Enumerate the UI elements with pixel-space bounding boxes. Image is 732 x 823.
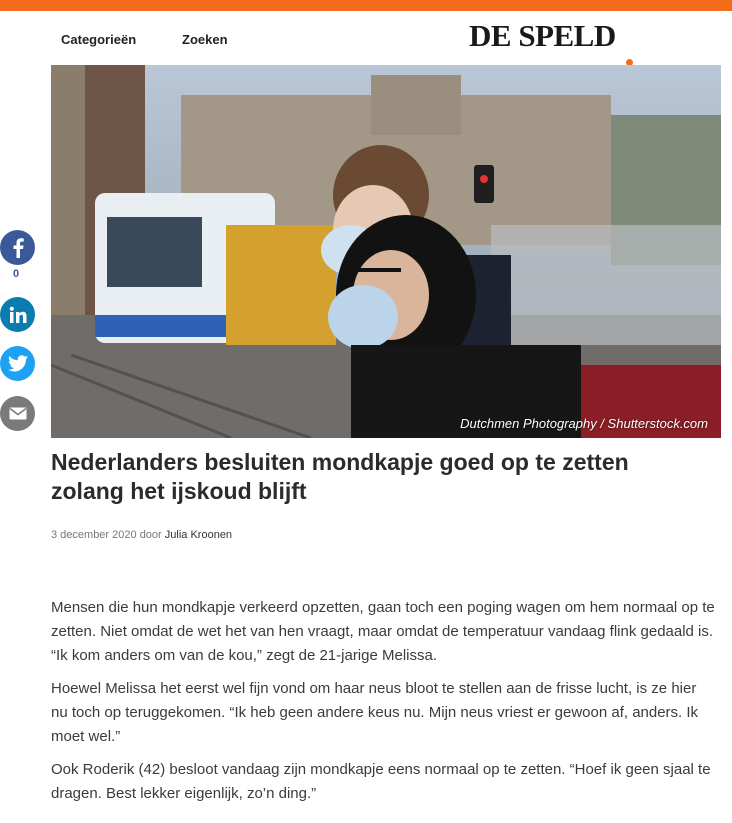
twitter-share-button[interactable] (0, 346, 35, 381)
facebook-icon (13, 237, 24, 258)
facebook-share-button[interactable] (0, 230, 35, 265)
article-date: 3 december 2020 (51, 529, 137, 541)
article-body: Mensen die hun mondkapje verkeerd opzett… (51, 596, 716, 815)
article-paragraph: Mensen die hun mondkapje verkeerd opzett… (51, 599, 715, 664)
byline-by: door (139, 529, 162, 541)
linkedin-icon (9, 306, 26, 323)
photo-credit: Dutchmen Photography / Shutterstock.com (460, 416, 708, 431)
hero-image: Dutchmen Photography / Shutterstock.com (51, 65, 721, 438)
email-share-button[interactable] (0, 396, 35, 431)
mail-icon (9, 407, 26, 420)
article-byline: 3 december 2020 door Julia Kroonen (51, 529, 232, 541)
article-paragraph: Ook Roderik (42) besloot vandaag zijn mo… (51, 761, 711, 802)
twitter-icon (7, 355, 28, 372)
nav-search[interactable]: Zoeken (182, 32, 228, 47)
top-accent-bar (0, 0, 732, 11)
article-author-link[interactable]: Julia Kroonen (165, 529, 232, 541)
site-header: Categorieën Zoeken DE SPELD (0, 11, 732, 66)
article-paragraph: Hoewel Melissa het eerst wel fijn vond o… (51, 680, 699, 745)
article-title: Nederlanders besluiten mondkapje goed op… (51, 449, 629, 504)
hero-photo-illustration (51, 65, 721, 438)
nav-categories[interactable]: Categorieën (61, 32, 136, 47)
linkedin-share-button[interactable] (0, 297, 35, 332)
site-logo[interactable]: DE SPELD (469, 19, 616, 53)
facebook-share-count: 0 (13, 268, 20, 280)
